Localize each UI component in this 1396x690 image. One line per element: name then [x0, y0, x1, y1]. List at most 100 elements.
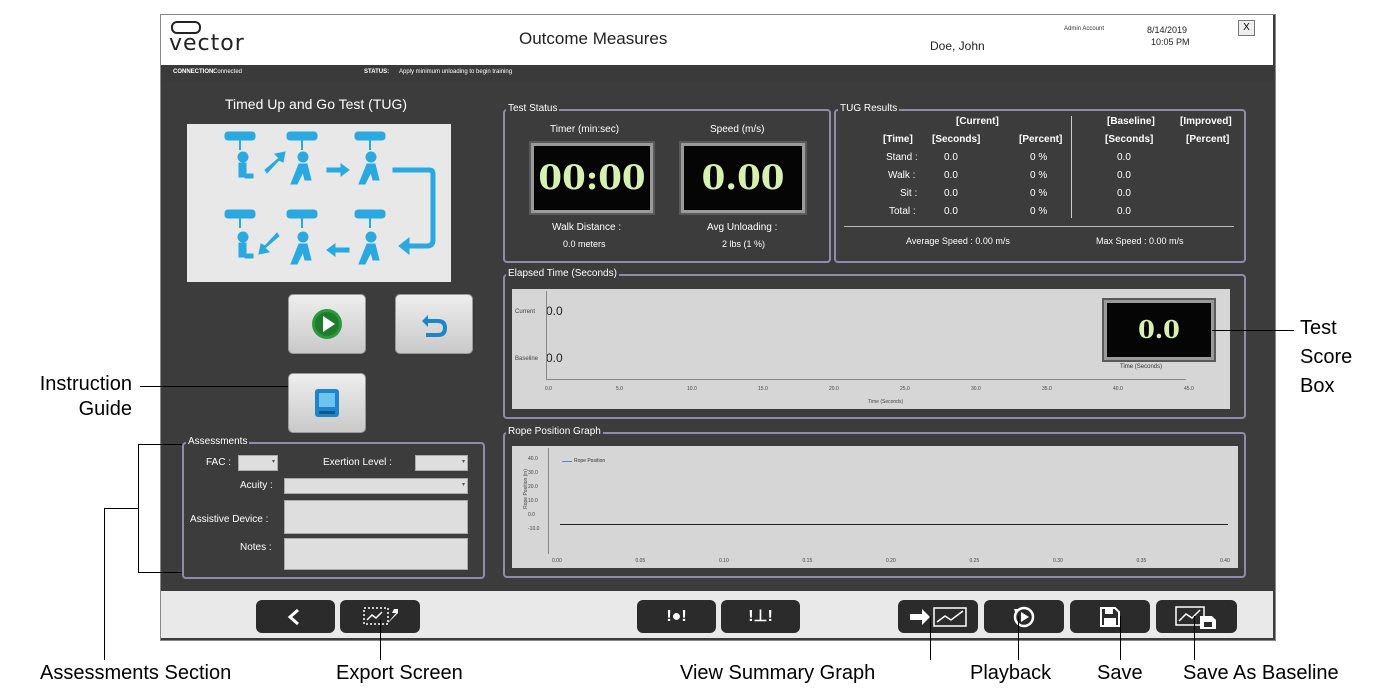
callout-line — [1120, 616, 1121, 660]
callout-assessments: Assessments Section — [40, 662, 232, 684]
x-tick-label: 0.20 — [886, 558, 896, 564]
instruction-guide-button[interactable] — [288, 373, 366, 433]
emergency-stop-button[interactable]: !●! — [637, 600, 716, 633]
callout-line — [1194, 616, 1195, 660]
tug-row-baseline: 0.0 — [1117, 206, 1131, 217]
tug-row-name: Walk : — [888, 170, 916, 181]
x-axis-label: Time (Seconds) — [868, 399, 904, 405]
test-score-box: 0.0 — [1102, 298, 1216, 362]
divider — [844, 226, 1234, 227]
tug-row-percent: 0 % — [1030, 206, 1048, 217]
callout-score-line2: Score — [1300, 346, 1353, 368]
speed-display: 0.00 — [679, 141, 807, 215]
callout-summary: View Summary Graph — [680, 662, 876, 684]
acuity-label: Acuity : — [240, 480, 273, 491]
exertion-select[interactable]: ▾ — [415, 455, 468, 471]
test-title: Timed Up and Go Test (TUG) — [225, 96, 408, 112]
y-tick-label: 30.0 — [528, 470, 538, 476]
avg-unloading-value: 2 lbs (1 %) — [722, 239, 766, 249]
test-score-caption: Time (Seconds) — [1120, 364, 1163, 370]
elapsed-time-graph: Current 0.0 Baseline 0.0 0.0 5.0 10.0 15.0 2… — [512, 289, 1230, 409]
callout-instruction-line1: Instruction — [39, 373, 132, 395]
table-divider — [1071, 116, 1072, 218]
status-bar: CONNECTION: Connected STATUS: Apply mini… — [161, 65, 1273, 81]
app-logo: vector — [169, 31, 245, 56]
export-icon — [363, 607, 398, 625]
callout-playback: Playback — [970, 662, 1052, 684]
fac-label: FAC : — [206, 457, 232, 468]
baseline-row-value: 0.0 — [546, 351, 563, 365]
x-tick-label: 0.15 — [802, 558, 813, 564]
tug-row-baseline: 0.0 — [1117, 170, 1131, 181]
x-tick-label: 20.0 — [829, 386, 839, 392]
current-row-label: Current — [515, 309, 536, 315]
assistive-device-field[interactable] — [284, 500, 468, 534]
reset-button[interactable] — [395, 294, 473, 354]
x-axis — [546, 379, 1186, 380]
timer-display: 00:00 — [529, 141, 655, 215]
rope-position-series — [560, 524, 1228, 525]
current-row-value: 0.0 — [546, 304, 563, 318]
back-button[interactable] — [256, 600, 335, 633]
callout-line — [380, 620, 381, 660]
y-tick-label: 10.0 — [528, 498, 538, 504]
chevron-left-icon — [287, 608, 299, 626]
app-header: vector Outcome Measures Doe, John Admin … — [161, 15, 1273, 65]
callout-line — [104, 508, 138, 509]
x-tick-label: 45.0 — [1184, 386, 1194, 392]
notes-field[interactable] — [284, 538, 468, 570]
view-summary-graph-button[interactable] — [898, 600, 978, 633]
rope-position-label: Rope Position Graph — [506, 426, 603, 437]
callout-save: Save — [1097, 662, 1143, 684]
speed-value: 0.00 — [701, 158, 785, 198]
lower-button[interactable]: !⊥! — [721, 600, 800, 633]
tug-results-label: TUG Results — [838, 103, 900, 114]
timer-value: 00:00 — [538, 158, 646, 198]
callout-line — [140, 386, 288, 387]
x-tick-label: 30.0 — [971, 386, 981, 392]
status-label: STATUS: — [364, 69, 390, 75]
account-label[interactable]: Admin Account — [1064, 26, 1104, 32]
x-tick-label: 0.25 — [969, 558, 980, 564]
tug-results-panel — [834, 109, 1246, 263]
callout-score-line3: Box — [1300, 375, 1335, 397]
callout-line — [930, 616, 931, 660]
tug-row-percent: 0 % — [1030, 170, 1048, 181]
tug-row-seconds: 0.0 — [944, 170, 958, 181]
tug-steps-icon — [224, 131, 436, 265]
start-button[interactable] — [288, 294, 366, 354]
legend-label: Rope Position — [574, 458, 606, 464]
tug-row-seconds: 0.0 — [944, 152, 958, 163]
speed-label: Speed (m/s) — [710, 124, 765, 135]
save-as-baseline-button[interactable] — [1156, 600, 1237, 633]
baseline-row-label: Baseline — [515, 356, 539, 362]
assessments-label: Assessments — [186, 436, 250, 447]
tug-row-seconds: 0.0 — [944, 206, 958, 217]
walk-distance-label: Walk Distance : — [552, 222, 622, 233]
assistive-device-label: Assistive Device : — [190, 514, 269, 525]
notes-label: Notes : — [240, 542, 272, 553]
elapsed-time-label: Elapsed Time (Seconds) — [506, 268, 619, 279]
x-tick-label: 0.10 — [719, 558, 729, 564]
acuity-select[interactable]: ▾ — [284, 478, 468, 494]
tug-row-percent: 0 % — [1030, 152, 1048, 163]
save-button[interactable] — [1070, 600, 1150, 633]
callout-save-baseline: Save As Baseline — [1183, 662, 1339, 684]
book-icon — [315, 389, 339, 417]
col-improved-percent: [Percent] — [1186, 134, 1230, 145]
patient-name: Doe, John — [930, 39, 985, 53]
playback-button[interactable] — [984, 600, 1064, 633]
callout-score-line1: Test — [1300, 317, 1337, 339]
x-tick-label: 40.0 — [1113, 386, 1123, 392]
save-baseline-icon — [1175, 606, 1216, 629]
fac-select[interactable]: ▾ — [238, 455, 278, 471]
header-date: 8/14/2019 — [1147, 25, 1188, 35]
rope-y-axis — [548, 448, 549, 554]
tug-illustration — [187, 124, 451, 282]
col-seconds: [Seconds] — [932, 134, 981, 145]
close-button[interactable]: X — [1238, 20, 1255, 36]
col-time: [Time] — [883, 134, 913, 145]
rope-position-graph: Rope Position (in) Rope Position 40.0 30.… — [512, 446, 1238, 568]
callout-line — [138, 444, 139, 572]
chevron-down-icon: ▾ — [461, 459, 465, 465]
